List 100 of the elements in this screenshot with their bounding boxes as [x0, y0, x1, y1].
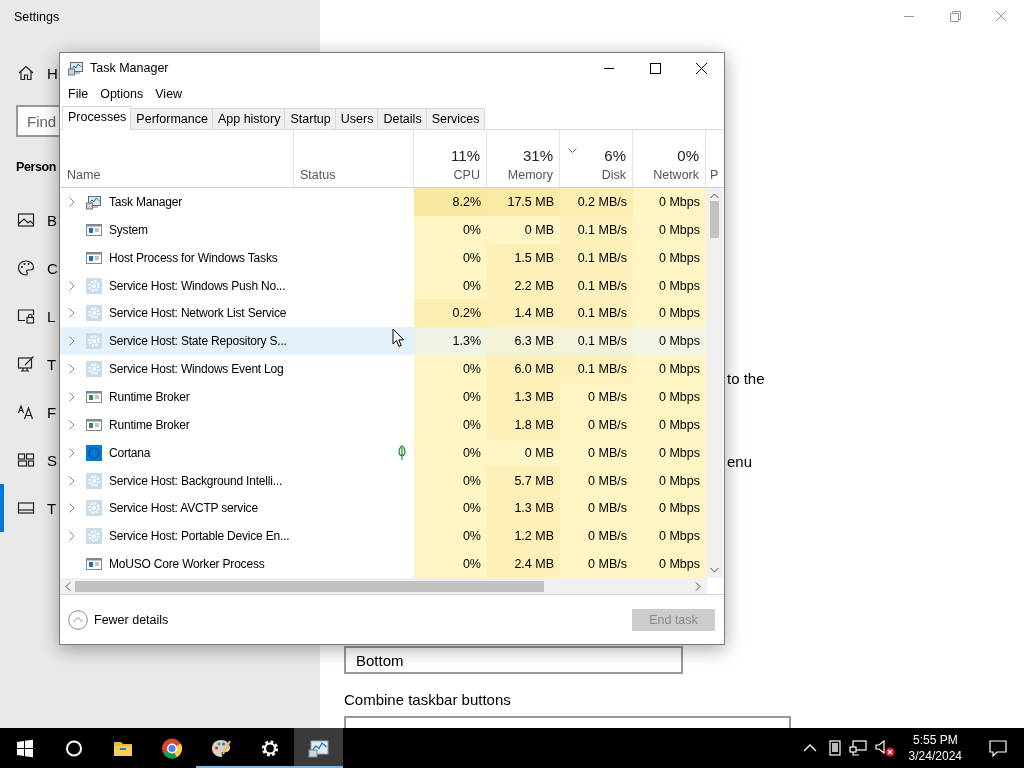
taskbar-button[interactable]: [294, 728, 343, 768]
process-name: MoUSO Core Worker Process: [109, 557, 265, 572]
process-name: Service Host: AVCTP service: [109, 501, 258, 516]
tab[interactable]: Processes: [62, 106, 132, 130]
tablet-icon[interactable]: [828, 740, 841, 756]
scroll-up-icon[interactable]: [710, 193, 719, 199]
table-cell: 0.1 MB/s: [560, 327, 633, 356]
expand-chevron-icon[interactable]: [69, 336, 75, 347]
gear-icon: [86, 333, 102, 350]
search-field[interactable]: Find: [16, 105, 59, 137]
expand-chevron-icon[interactable]: [69, 531, 75, 542]
column-header[interactable]: Network: [653, 168, 699, 182]
table-cell: 1.2 MB: [487, 522, 560, 551]
network-icon[interactable]: [848, 740, 867, 756]
process-row[interactable]: MoUSO Core Worker Process 0% 2.4 MB 0 MB/s 0 Mbps: [60, 550, 706, 579]
chevron-up-icon[interactable]: [802, 744, 817, 752]
vertical-scrollbar[interactable]: [706, 188, 723, 578]
process-row[interactable]: Service Host: State Repository S... 1.3% 6.3 MB 0.1 MB/s 0 Mbps: [60, 327, 706, 356]
tab[interactable]: Users: [334, 108, 379, 129]
gear-icon: [86, 277, 102, 294]
window-title: Task Manager: [90, 61, 169, 75]
table-cell: 0%: [414, 410, 487, 439]
nav-item[interactable]: T: [0, 340, 59, 388]
process-row[interactable]: Service Host: AVCTP service 0% 1.3 MB 0 MB/s 0 Mbps: [60, 494, 706, 523]
table-cell: 0 MB: [487, 215, 560, 244]
nav-item[interactable]: S: [0, 436, 59, 484]
process-row[interactable]: Runtime Broker 0% 1.3 MB 0 MB/s 0 Mbps: [60, 383, 706, 411]
process-row[interactable]: Service Host: Background Intelli... 0% 5.7 MB 0 MB/s 0 Mbps: [60, 466, 706, 495]
tab[interactable]: Services: [425, 108, 485, 129]
scroll-right-icon[interactable]: [695, 581, 701, 591]
position-dropdown[interactable]: Bottom: [344, 646, 683, 674]
nav-item[interactable]: L: [0, 292, 59, 340]
start-tiles-icon: [17, 451, 35, 469]
table-cell: 0.2 MB/s: [560, 188, 633, 216]
expand-chevron-icon[interactable]: [69, 364, 75, 375]
column-header[interactable]: Disk: [601, 168, 626, 182]
nav-item[interactable]: F: [0, 388, 59, 436]
expand-chevron-icon[interactable]: [69, 447, 75, 458]
scroll-left-icon[interactable]: [65, 581, 71, 591]
expand-chevron-icon[interactable]: [69, 196, 75, 207]
section-heading: Person: [15, 159, 57, 176]
process-row[interactable]: Service Host: Windows Push No... 0% 2.2 MB 0.1 MB/s 0 Mbps: [60, 271, 706, 300]
cortana-icon: [86, 444, 102, 461]
scroll-thumb[interactable]: [710, 201, 719, 238]
tab[interactable]: Startup: [284, 108, 336, 129]
tab[interactable]: Details: [377, 108, 427, 129]
tab[interactable]: App history: [211, 108, 286, 129]
column-header[interactable]: CPU: [453, 168, 480, 182]
menu-item[interactable]: File: [62, 87, 95, 101]
fewer-details-button[interactable]: Fewer details: [68, 609, 169, 630]
process-row[interactable]: Host Process for Windows Tasks 0% 1.5 MB 0.1 MB/s 0 Mbps: [60, 243, 706, 272]
table-cell: 0%: [414, 466, 487, 495]
table-cell: 0%: [414, 271, 487, 300]
process-name: Cortana: [109, 445, 151, 460]
column-header[interactable]: P: [710, 168, 724, 182]
column-header[interactable]: Status: [300, 168, 413, 182]
table-cell: 0%: [414, 215, 487, 244]
table-cell: 0.1 MB/s: [560, 215, 633, 244]
table-cell: 0 Mbps: [633, 327, 706, 356]
expand-chevron-icon[interactable]: [69, 280, 75, 291]
clock-time[interactable]: 5:55 PM: [912, 732, 958, 748]
chevron-up-circle-icon: [68, 609, 88, 630]
process-row[interactable]: Service Host: Portable Device En... 0% 1.2 MB 0 MB/s 0 Mbps: [60, 522, 706, 551]
usage-percent: 11%: [451, 147, 480, 164]
window-icon: [86, 249, 102, 266]
nav-item[interactable]: C: [0, 244, 59, 292]
expand-chevron-icon[interactable]: [69, 308, 75, 319]
nav-item[interactable]: H: [0, 49, 59, 97]
table-cell: 0 MB: [487, 438, 560, 467]
process-row[interactable]: Service Host: Network List Service 0.2% 1.4 MB 0.1 MB/s 0 Mbps: [60, 299, 706, 328]
notification-icon[interactable]: [989, 739, 1007, 757]
process-name: Service Host: Windows Event Log: [109, 362, 284, 377]
table-cell: 6.3 MB: [487, 327, 560, 356]
column-header[interactable]: Memory: [507, 168, 553, 182]
description-text: enu: [727, 453, 754, 470]
horizontal-scrollbar[interactable]: [60, 578, 707, 594]
process-row[interactable]: System 0% 0 MB 0.1 MB/s 0 Mbps: [60, 215, 706, 244]
table-cell: 1.5 MB: [487, 243, 560, 272]
menu-item[interactable]: Options: [94, 87, 150, 101]
expand-chevron-icon[interactable]: [69, 475, 75, 486]
window-icon: [86, 556, 102, 573]
scroll-thumb[interactable]: [75, 580, 544, 592]
table-cell: 1.4 MB: [487, 299, 560, 328]
volume-muted-icon[interactable]: [874, 739, 895, 757]
process-row[interactable]: Service Host: Windows Event Log 0% 6.0 MB 0.1 MB/s 0 Mbps: [60, 355, 706, 383]
scroll-down-icon[interactable]: [710, 567, 719, 573]
tab[interactable]: Performance: [130, 108, 213, 129]
menu-item[interactable]: View: [149, 87, 189, 101]
table-cell: 0.1 MB/s: [560, 299, 633, 328]
description-text: to the: [727, 370, 766, 387]
lock-screen-icon: [17, 307, 35, 325]
clock-date[interactable]: 3/24/2024: [908, 748, 962, 764]
expand-chevron-icon[interactable]: [69, 391, 75, 402]
expand-chevron-icon[interactable]: [69, 503, 75, 514]
process-row[interactable]: Task Manager 8.2% 17.5 MB 0.2 MB/s 0 Mbps: [60, 188, 706, 216]
process-row[interactable]: Cortana 0% 0 MB 0 MB/s 0 Mbps: [60, 438, 706, 467]
nav-item[interactable]: B: [0, 196, 59, 244]
column-header[interactable]: Name: [67, 168, 293, 182]
expand-chevron-icon[interactable]: [69, 419, 75, 430]
process-row[interactable]: Runtime Broker 0% 1.8 MB 0 MB/s 0 Mbps: [60, 410, 706, 439]
